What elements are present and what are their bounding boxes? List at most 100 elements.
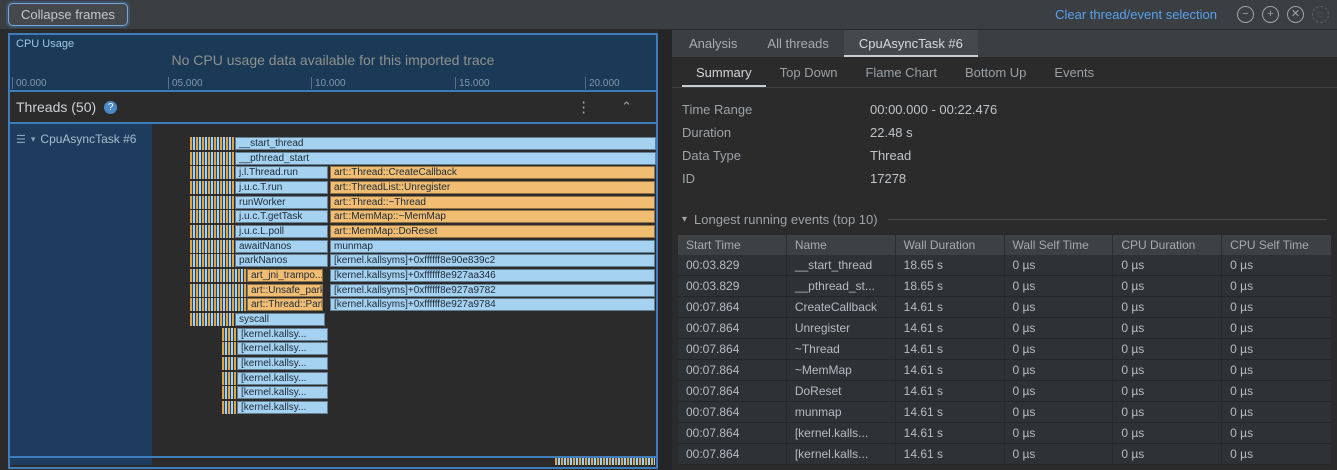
table-row[interactable]: 00:07.864~Thread14.61 s0 µs0 µs0 µs [678, 339, 1331, 360]
zoom-to-selection-icon: □ [1312, 6, 1329, 23]
table-row[interactable]: 00:07.864[kernel.kalls...14.61 s0 µs0 µs… [678, 444, 1331, 465]
flame-bar[interactable]: [kernel.kallsy... [237, 386, 328, 399]
drag-handle-icon[interactable]: ☰ [16, 133, 26, 146]
tab-events[interactable]: Events [1040, 58, 1108, 87]
flame-bar-cluster[interactable] [222, 328, 236, 341]
table-row[interactable]: 00:07.864Unregister14.61 s0 µs0 µs0 µs [678, 318, 1331, 339]
tab-cpuasynctask[interactable]: CpuAsyncTask #6 [844, 30, 978, 57]
flame-bar-cluster[interactable] [555, 458, 655, 465]
flame-bar[interactable]: runWorker [235, 196, 328, 209]
cell: 0 µs [1113, 255, 1222, 275]
cell: 14.61 s [896, 339, 1005, 359]
flame-bar[interactable]: __start_thread [235, 137, 656, 150]
flame-row: art::Unsafe_park [kernel.kallsyms]+0xfff… [152, 284, 656, 297]
field-label: Data Type [682, 148, 870, 163]
flame-row: runWorker art::Thread::~Thread [152, 196, 656, 209]
tab-all-threads[interactable]: All threads [752, 30, 843, 57]
flame-bar-cluster[interactable] [222, 342, 236, 355]
flame-bar[interactable]: art::Thread::CreateCallback [330, 166, 655, 179]
zoom-in-icon[interactable]: + [1262, 6, 1279, 23]
tab-bottom-up[interactable]: Bottom Up [951, 58, 1040, 87]
flame-bar-cluster[interactable] [190, 313, 234, 326]
flame-bar[interactable]: art::MemMap::~MemMap [330, 210, 655, 223]
column-header-name[interactable]: Name [787, 235, 896, 255]
flame-bar[interactable]: j.u.c.T.getTask [235, 210, 328, 223]
kebab-menu-icon[interactable]: ⋮ [570, 98, 597, 116]
table-row[interactable]: 00:07.864CreateCallback14.61 s0 µs0 µs0 … [678, 297, 1331, 318]
thread-list-item[interactable]: ☰ ▾ CpuAsyncTask #6 [10, 132, 152, 146]
flame-bar[interactable]: art::ThreadList::Unregister [330, 181, 655, 194]
collapse-panel-icon[interactable]: ⌃ [615, 99, 638, 115]
flame-bar[interactable]: [kernel.kallsy... [237, 342, 328, 355]
flame-bar-cluster[interactable] [190, 152, 234, 165]
tab-summary[interactable]: Summary [682, 58, 766, 87]
table-row[interactable]: 00:07.864DoReset14.61 s0 µs0 µs0 µs [678, 381, 1331, 402]
tab-flame-chart[interactable]: Flame Chart [851, 58, 951, 87]
reset-zoom-icon[interactable]: ✕ [1287, 6, 1304, 23]
flame-bar[interactable]: j.u.c.T.run [235, 181, 328, 194]
next-thread-sidebar[interactable] [10, 458, 152, 465]
column-header-cpu-self-time[interactable]: CPU Self Time [1222, 235, 1331, 255]
flame-bar[interactable]: munmap [330, 240, 655, 253]
column-header-wall-duration[interactable]: Wall Duration [896, 235, 1005, 255]
cpu-usage-panel[interactable]: CPU Usage No CPU usage data available fo… [10, 35, 656, 92]
cell: 0 µs [1222, 318, 1331, 338]
tab-analysis[interactable]: Analysis [674, 30, 752, 57]
flame-bar[interactable]: parkNanos [235, 254, 328, 267]
panel-splitter[interactable] [658, 30, 672, 470]
flame-bar-cluster[interactable] [190, 137, 234, 150]
zoom-out-icon[interactable]: − [1237, 6, 1254, 23]
clear-selection-link[interactable]: Clear thread/event selection [1055, 7, 1217, 22]
collapse-frames-button[interactable]: Collapse frames [8, 3, 128, 26]
table-row[interactable]: 00:07.864~MemMap14.61 s0 µs0 µs0 µs [678, 360, 1331, 381]
flame-row: [kernel.kallsy... [152, 372, 656, 385]
flame-bar[interactable]: art::Thread::Park [247, 298, 323, 311]
flame-bar-cluster[interactable] [222, 372, 236, 385]
flame-bar[interactable]: art::MemMap::DoReset [330, 225, 655, 238]
flame-bar[interactable]: [kernel.kallsyms]+0xffffff8e927a9784 [330, 298, 655, 311]
axis-tick: 00.000 [12, 77, 47, 89]
table-row[interactable]: 00:07.864munmap14.61 s0 µs0 µs0 µs [678, 402, 1331, 423]
flame-bar-cluster[interactable] [222, 401, 236, 414]
collapse-section-icon[interactable]: ▾ [682, 214, 687, 225]
flame-bar-cluster[interactable] [190, 166, 234, 179]
flame-bar[interactable]: [kernel.kallsyms]+0xffffff8e927a9782 [330, 284, 655, 297]
column-header-cpu-duration[interactable]: CPU Duration [1113, 235, 1222, 255]
column-header-start-time[interactable]: Start Time [678, 235, 787, 255]
table-row[interactable]: 00:03.829__pthread_st...18.65 s0 µs0 µs0… [678, 276, 1331, 297]
flame-bar-cluster[interactable] [222, 357, 236, 370]
flame-bar-cluster[interactable] [190, 240, 234, 253]
flame-bar-cluster[interactable] [190, 196, 234, 209]
flame-bar[interactable]: [kernel.kallsy... [237, 401, 328, 414]
flame-row: syscall [152, 313, 656, 326]
flame-bar-cluster[interactable] [190, 225, 234, 238]
flame-bar[interactable]: [kernel.kallsy... [237, 328, 328, 341]
expand-caret-icon[interactable]: ▾ [31, 134, 36, 145]
flame-bar[interactable]: art::Thread::~Thread [330, 196, 655, 209]
flame-bar[interactable]: syscall [235, 313, 325, 326]
column-header-wall-self-time[interactable]: Wall Self Time [1005, 235, 1114, 255]
help-icon[interactable]: ? [104, 101, 117, 114]
flame-bar[interactable]: [kernel.kallsyms]+0xffffff8e90e839c2 [330, 254, 655, 267]
flame-row: j.l.Thread.run art::Thread::CreateCallba… [152, 166, 656, 179]
flame-bar[interactable]: art::Unsafe_park [247, 284, 323, 297]
flame-bar-cluster[interactable] [190, 181, 234, 194]
flame-bar-cluster[interactable] [190, 254, 234, 267]
flame-bar-cluster[interactable] [222, 386, 236, 399]
flame-bar-cluster[interactable] [190, 269, 247, 282]
flame-bar[interactable]: awaitNanos [235, 240, 328, 253]
flame-bar[interactable]: j.u.c.L.poll [235, 225, 328, 238]
flame-bar-cluster[interactable] [190, 210, 234, 223]
flame-bar[interactable]: [kernel.kallsyms]+0xffffff8e927aa346 [330, 269, 655, 282]
table-row[interactable]: 00:03.829__start_thread18.65 s0 µs0 µs0 … [678, 255, 1331, 276]
flame-bar[interactable]: j.l.Thread.run [235, 166, 328, 179]
flame-bar[interactable]: [kernel.kallsy... [237, 357, 328, 370]
flame-row: __start_thread [152, 137, 656, 150]
table-row[interactable]: 00:07.864[kernel.kalls...14.61 s0 µs0 µs… [678, 423, 1331, 444]
flame-bar[interactable]: [kernel.kallsy... [237, 372, 328, 385]
tab-top-down[interactable]: Top Down [766, 58, 852, 87]
flame-bar-cluster[interactable] [190, 298, 247, 311]
flame-bar[interactable]: __pthread_start [235, 152, 656, 165]
flame-bar-cluster[interactable] [190, 284, 247, 297]
flame-bar[interactable]: art_jni_trampo... [247, 269, 323, 282]
